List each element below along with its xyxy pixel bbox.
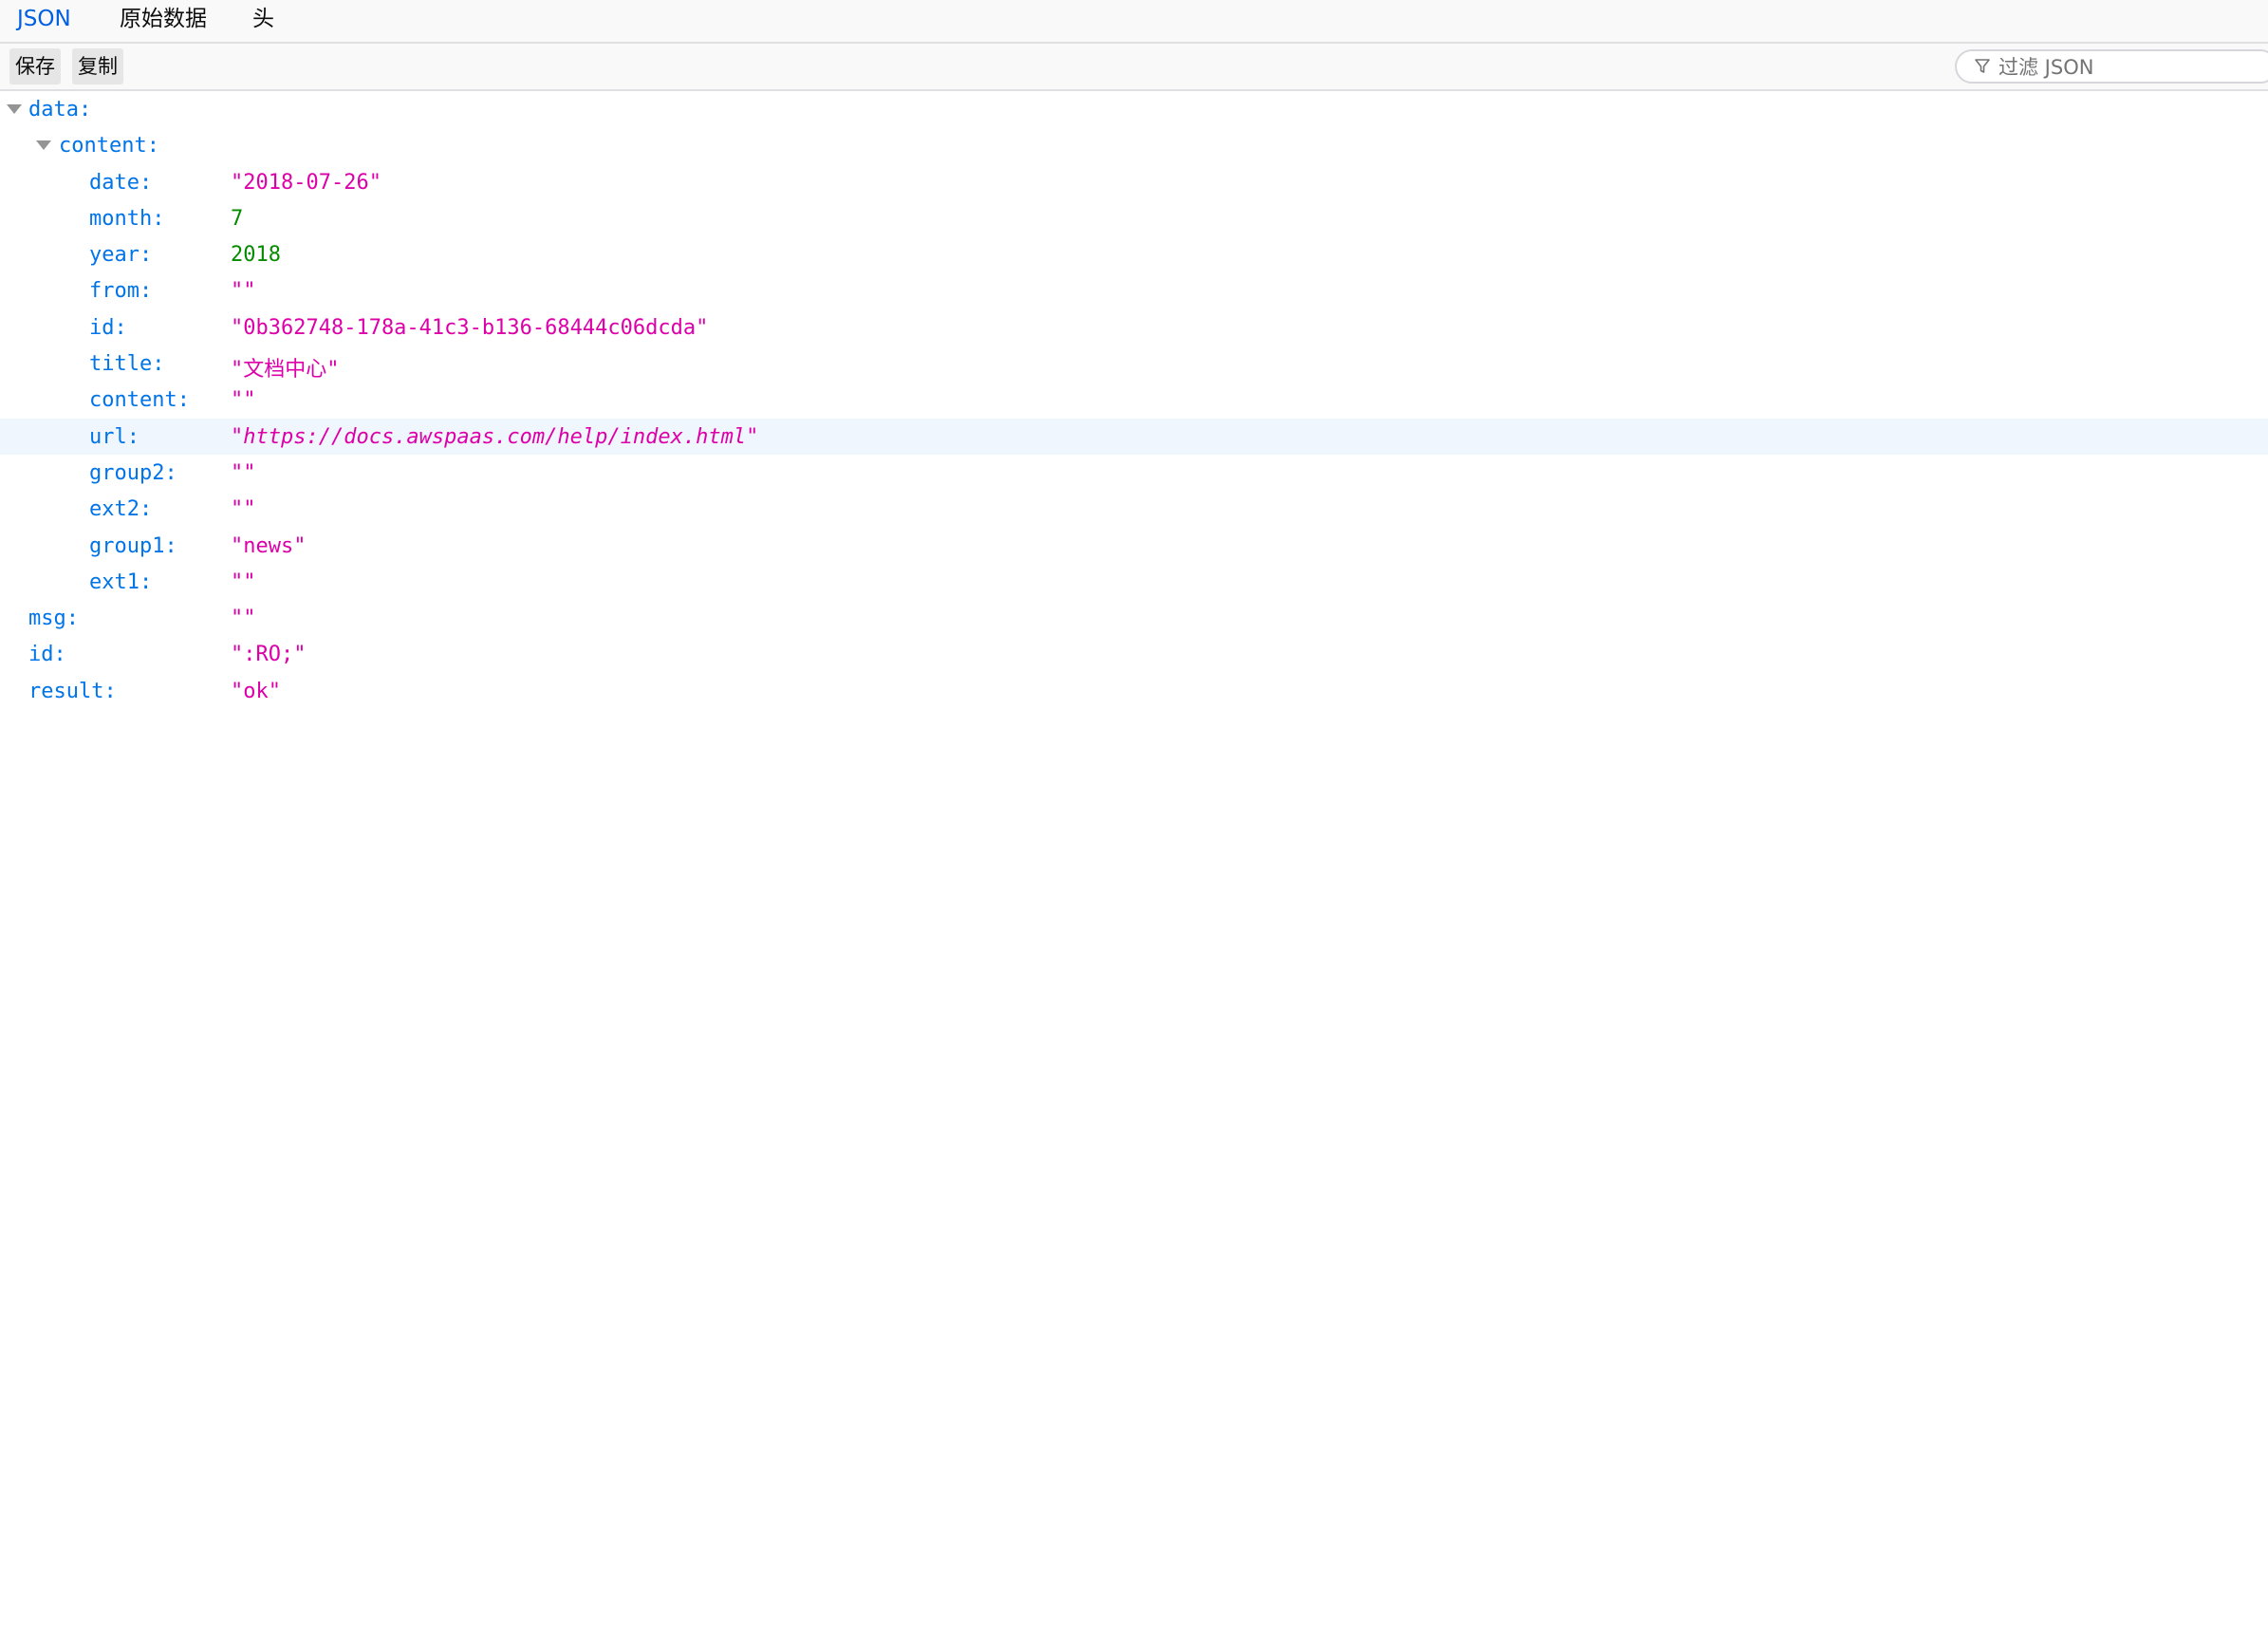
copy-button[interactable]: 复制 <box>72 48 123 84</box>
tree-row-data[interactable]: data: <box>0 91 2268 127</box>
tree-row-result[interactable]: result: "ok" <box>0 673 2268 709</box>
tree-row-title[interactable]: title: "文档中心" <box>0 346 2268 382</box>
json-key: content: <box>59 134 159 159</box>
json-key: id: <box>89 315 127 340</box>
tree-row-content-field[interactable]: content: "" <box>0 382 2268 418</box>
json-value: "" <box>231 607 256 631</box>
json-value: "ok" <box>231 679 281 703</box>
tree-row-id[interactable]: id: "0b362748-178a-41c3-b136-68444c06dcd… <box>0 309 2268 346</box>
json-value: "https://docs.awspaas.com/help/index.htm… <box>231 425 758 449</box>
tree-row-ext2[interactable]: ext2: "" <box>0 491 2268 527</box>
json-value: "文档中心" <box>231 358 340 383</box>
json-key: group2: <box>89 460 177 485</box>
json-key: ext1: <box>89 570 153 594</box>
json-value: "2018-07-26" <box>231 170 381 195</box>
json-value: "news" <box>231 533 307 558</box>
json-key: title: <box>89 352 165 377</box>
tree-row-ext1[interactable]: ext1: "" <box>0 564 2268 600</box>
json-key: ext2: <box>89 497 153 522</box>
json-key: data: <box>28 98 92 121</box>
tree-row-month[interactable]: month: 7 <box>0 200 2268 236</box>
json-key: from: <box>89 279 153 304</box>
tab-bar: JSON 原始数据 头 <box>0 0 2268 44</box>
json-key: url: <box>89 424 139 449</box>
tree-row-group2[interactable]: group2: "" <box>0 455 2268 491</box>
json-value: 2018 <box>231 243 281 268</box>
toolbar: 保存 复制 <box>0 44 2268 91</box>
quote: " <box>231 424 244 449</box>
filter-box[interactable] <box>1955 49 2268 84</box>
json-tree: data: content: date: "2018-07-26" month:… <box>0 91 2268 709</box>
json-value: "" <box>231 279 256 304</box>
save-button[interactable]: 保存 <box>9 48 61 84</box>
tree-row-msg[interactable]: msg: "" <box>0 600 2268 636</box>
collapse-toggle-icon[interactable] <box>36 140 51 151</box>
tree-row-root-id[interactable]: id: ":RO;" <box>0 636 2268 672</box>
json-value: "" <box>231 497 256 522</box>
json-key: result: <box>28 679 117 703</box>
json-value: "" <box>231 460 256 485</box>
json-value: ":RO;" <box>231 643 307 667</box>
json-value: "0b362748-178a-41c3-b136-68444c06dcda" <box>231 315 709 340</box>
tree-row-group1[interactable]: group1: "news" <box>0 528 2268 564</box>
json-key: group1: <box>89 533 177 558</box>
json-key: content: <box>89 388 190 413</box>
tab-json[interactable]: JSON <box>17 0 71 42</box>
json-key: month: <box>89 206 165 231</box>
json-key: date: <box>89 170 153 195</box>
url-link[interactable]: https://docs.awspaas.com/help/index.html <box>243 425 746 449</box>
collapse-toggle-icon[interactable] <box>7 104 22 114</box>
tree-row-year[interactable]: year: 2018 <box>0 236 2268 272</box>
tree-row-date[interactable]: date: "2018-07-26" <box>0 164 2268 200</box>
tree-row-url[interactable]: url: "https://docs.awspaas.com/help/inde… <box>0 418 2268 455</box>
funnel-icon <box>1975 59 1990 73</box>
tab-headers[interactable]: 头 <box>252 0 274 42</box>
filter-json-input[interactable] <box>1997 53 2266 82</box>
quote: " <box>746 424 759 449</box>
json-value: "" <box>231 570 256 594</box>
json-value: "" <box>231 388 256 413</box>
tab-raw-data[interactable]: 原始数据 <box>120 0 207 42</box>
json-key: id: <box>28 643 66 667</box>
json-value: 7 <box>231 206 244 231</box>
tree-row-from[interactable]: from: "" <box>0 272 2268 308</box>
json-key: msg: <box>28 607 79 631</box>
json-key: year: <box>89 243 153 268</box>
tree-row-content[interactable]: content: <box>0 127 2268 163</box>
